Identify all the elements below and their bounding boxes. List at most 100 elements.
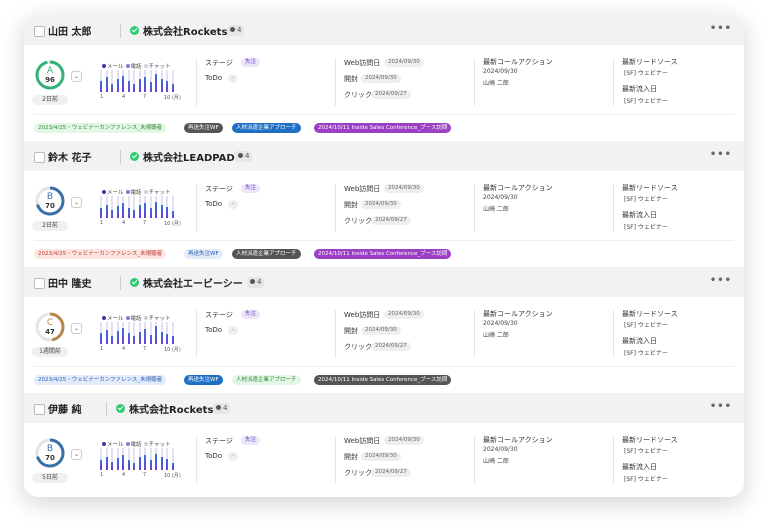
column-divider xyxy=(474,184,475,232)
activity-bar-fill xyxy=(144,454,146,470)
activity-bar xyxy=(149,70,152,92)
legend-dot xyxy=(102,442,106,446)
lead-name[interactable]: 山田 太郎 xyxy=(48,23,91,38)
segment-tag[interactable]: 2023/4/25・ウェビナーカンファレンス_未視聴者 xyxy=(34,123,167,133)
lead-name[interactable]: 伊藤 純 xyxy=(48,401,81,416)
activity-bar xyxy=(171,70,174,92)
column-divider xyxy=(196,310,197,358)
more-options-button[interactable]: ••• xyxy=(710,23,732,34)
lead-name[interactable]: 鈴木 花子 xyxy=(48,149,91,164)
expand-dropdown-button[interactable]: ⌄ xyxy=(71,71,82,82)
segment-tag[interactable]: 2024/10/11 Inside Sales Conference_ブース訪問 xyxy=(314,249,452,259)
company-name[interactable]: 株式会社エービーシー xyxy=(143,275,243,290)
more-options-button[interactable]: ••• xyxy=(710,275,732,286)
expand-dropdown-button[interactable]: ⌄ xyxy=(71,449,82,460)
select-checkbox[interactable] xyxy=(34,152,45,163)
select-checkbox[interactable] xyxy=(34,26,45,37)
more-options-button[interactable]: ••• xyxy=(710,149,732,160)
more-options-button[interactable]: ••• xyxy=(710,401,732,412)
person-icon xyxy=(216,405,221,410)
column-divider xyxy=(613,436,614,484)
inflow-date-label: 最新流入日 xyxy=(622,211,657,219)
web-visit-label: Web訪問日 xyxy=(344,311,381,319)
activity-bar xyxy=(111,70,113,92)
activity-bar-fill xyxy=(105,76,108,92)
activity-bar xyxy=(144,70,146,92)
segment-tag[interactable]: 人材派遣企業アプローチ xyxy=(232,123,301,133)
activity-bar-fill xyxy=(144,76,146,92)
open-label: 開封 xyxy=(344,327,358,335)
lead-source-value: [SF] ウェビナー xyxy=(624,322,668,329)
activity-bar-fill xyxy=(171,211,174,218)
axis-tick: 4 xyxy=(122,472,126,478)
expand-dropdown-button[interactable]: ⌄ xyxy=(71,197,82,208)
axis-tick: 4 xyxy=(122,346,126,352)
open-date: 2024/09/30 xyxy=(361,74,401,83)
last-call-person[interactable]: 山崎 二郎 xyxy=(483,78,509,87)
open-date: 2024/09/30 xyxy=(361,452,401,461)
activity-bar xyxy=(127,196,130,218)
company-name[interactable]: 株式会社Rockets xyxy=(129,401,213,416)
company-name[interactable]: 株式会社LEADPAD xyxy=(143,149,235,164)
column-divider xyxy=(335,436,336,484)
activity-bar-fill xyxy=(100,333,102,344)
stage-label: ステージ xyxy=(205,437,233,445)
last-call-person[interactable]: 山崎 二郎 xyxy=(483,204,509,213)
legend-dot xyxy=(143,316,148,320)
segment-tag[interactable]: 2024/10/11 Inside Sales Conference_ブース訪問 xyxy=(314,123,452,133)
segment-tag[interactable]: 再送失注WF xyxy=(184,249,223,259)
activity-bar-fill xyxy=(122,454,124,470)
activity-bar xyxy=(166,196,168,218)
segment-tag[interactable]: 2023/4/25・ウェビナーカンファレンス_未視聴者 xyxy=(34,249,167,259)
contact-count: 4 xyxy=(223,404,228,412)
activity-bar xyxy=(116,196,119,218)
activity-bar xyxy=(155,196,157,218)
segment-tag[interactable]: 再送失注WF xyxy=(184,123,223,133)
axis-tick: 10 (月) xyxy=(164,347,181,353)
select-checkbox[interactable] xyxy=(34,404,45,415)
score-value: 47 xyxy=(45,328,55,336)
activity-bar xyxy=(155,448,157,470)
activity-legend: メール 電話 チャット xyxy=(100,62,170,70)
activity-bar-fill xyxy=(133,84,135,92)
web-date: 2024/09/30 xyxy=(384,436,424,445)
axis-tick: 1 xyxy=(100,94,104,100)
segment-tag[interactable]: 人材派遣企業アプローチ xyxy=(232,375,301,385)
activity-bar xyxy=(111,322,113,344)
activity-bar-fill xyxy=(149,460,152,470)
company-name[interactable]: 株式会社Rockets xyxy=(143,23,227,38)
activity-bar xyxy=(105,448,108,470)
activity-bar xyxy=(171,448,174,470)
activity-bar-fill xyxy=(160,456,163,470)
score-value: 70 xyxy=(45,454,55,462)
segment-tag[interactable]: 人材派遣企業アプローチ xyxy=(232,249,301,259)
lead-card: 山田 太郎 株式会社Rockets 4 ••• A 96 2日前 ⌄ メール 電話 チャット 1 4 7 1… xyxy=(24,15,744,141)
contact-count-badge: 4 xyxy=(247,277,265,288)
tags-divider xyxy=(34,114,734,115)
activity-bar-fill xyxy=(138,204,141,218)
header-divider xyxy=(106,402,107,416)
todo-badge: - xyxy=(228,74,238,83)
activity-bar-fill xyxy=(127,81,130,92)
lead-name[interactable]: 田中 隆史 xyxy=(48,275,91,290)
contact-count: 4 xyxy=(245,152,250,160)
person-icon xyxy=(230,27,235,32)
axis-tick: 10 (月) xyxy=(164,221,181,227)
activity-bar-fill xyxy=(160,331,163,344)
activity-bar-fill xyxy=(133,336,135,344)
activity-bar-fill xyxy=(166,334,168,344)
last-call-person[interactable]: 山崎 二郎 xyxy=(483,330,509,339)
select-checkbox[interactable] xyxy=(34,278,45,289)
contact-count-badge: 4 xyxy=(213,403,231,414)
segment-tag[interactable]: 再送失注WF xyxy=(184,375,223,385)
lead-list-panel: 山田 太郎 株式会社Rockets 4 ••• A 96 2日前 ⌄ メール 電話 チャット 1 4 7 1… xyxy=(24,15,744,497)
last-call-person[interactable]: 山崎 二郎 xyxy=(483,456,509,465)
todo-badge: - xyxy=(228,200,238,209)
legend-dot xyxy=(143,190,148,194)
score-grade: C xyxy=(46,318,54,328)
expand-dropdown-button[interactable]: ⌄ xyxy=(71,323,82,334)
segment-tag[interactable]: 2023/4/25・ウェビナーカンファレンス_未視聴者 xyxy=(34,375,167,385)
segment-tag[interactable]: 2024/10/11 Inside Sales Conference_ブース訪問 xyxy=(314,375,452,385)
column-divider xyxy=(474,436,475,484)
todo-label: ToDo xyxy=(205,452,223,460)
